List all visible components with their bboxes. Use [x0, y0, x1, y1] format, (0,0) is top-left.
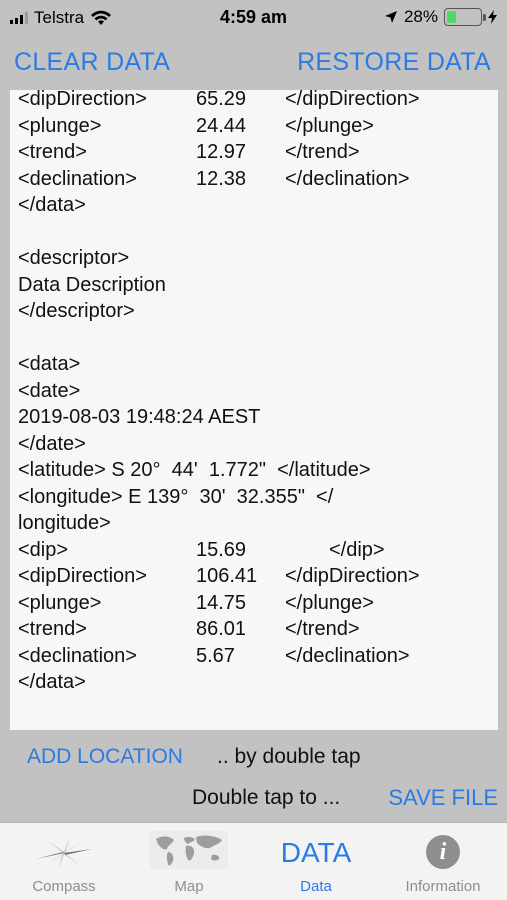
tab-map[interactable]: Map [139, 823, 239, 900]
add-location-hint: .. by double tap [217, 745, 361, 768]
data-line: <dip> 15.69 </dip> [18, 538, 385, 561]
data-line: <dipDirection> 65.29 </dipDirection> [18, 90, 420, 110]
data-line: <data> [18, 353, 81, 375]
data-line: <plunge> 24.44 </plunge> [18, 114, 374, 137]
data-line: <trend> 12.97 </trend> [18, 141, 360, 163]
tab-information[interactable]: i Information [386, 823, 500, 900]
tab-compass[interactable]: Compass [14, 823, 114, 900]
data-line: <longitude> E 139° 30' 32.355" </ [18, 485, 334, 508]
add-location-button[interactable]: ADD LOCATION [27, 745, 183, 769]
info-icon: i [426, 835, 460, 869]
tab-data-label: Data [300, 878, 332, 895]
data-text-view[interactable]: <dipDirection> 65.29 </dipDirection> <plun… [10, 90, 498, 730]
compass-star-icon [36, 837, 92, 869]
data-line: <declination> 5.67 </declination> [18, 644, 410, 667]
data-line: 2019-08-03 19:48:24 AEST [18, 406, 261, 428]
restore-data-button[interactable]: RESTORE DATA [297, 48, 491, 77]
battery-icon [444, 8, 486, 26]
data-line: <declination> 12.38 </declination> [18, 167, 410, 190]
save-file-button[interactable]: SAVE FILE [388, 785, 498, 811]
location-arrow-icon [384, 11, 397, 23]
data-line: <trend> 86.01 </trend> [18, 618, 360, 640]
tab-information-label: Information [405, 878, 481, 895]
tab-bar: Compass Map DATA Data i Information [0, 822, 507, 900]
charging-icon [488, 10, 497, 24]
world-map-icon [150, 831, 228, 869]
tab-map-label: Map [174, 878, 204, 895]
data-text-icon: DATA [280, 837, 352, 868]
data-line: </data> [18, 671, 86, 693]
data-line: </data> [18, 194, 86, 216]
battery-level-fill [447, 11, 456, 23]
status-right: 28% [384, 7, 497, 27]
data-line: <plunge> 14.75 </plunge> [18, 591, 374, 614]
data-line: Data Description [18, 273, 166, 296]
data-line: <dipDirection> 106.41 </dipDirection> [18, 565, 420, 587]
data-line: <descriptor> [18, 247, 130, 269]
data-line: longitude> [18, 512, 111, 534]
data-line-blank [18, 325, 490, 352]
save-file-hint: Double tap to ... [192, 786, 341, 809]
tab-compass-label: Compass [32, 878, 96, 895]
tab-data[interactable]: DATA Data [266, 823, 366, 900]
data-lines: <dipDirection> 65.29 </dipDirection> <plun… [10, 90, 498, 696]
status-bar: Telstra 4:59 am 28% [0, 0, 507, 36]
battery-percent: 28% [403, 7, 438, 26]
data-line: </descriptor> [18, 300, 135, 322]
clear-data-button[interactable]: CLEAR DATA [14, 48, 170, 77]
data-line: </date> [18, 432, 86, 455]
data-line-blank [18, 219, 490, 246]
data-line: <date> [18, 379, 81, 402]
data-line: <latitude> S 20° 44' 1.772" </latitude> [18, 459, 371, 481]
